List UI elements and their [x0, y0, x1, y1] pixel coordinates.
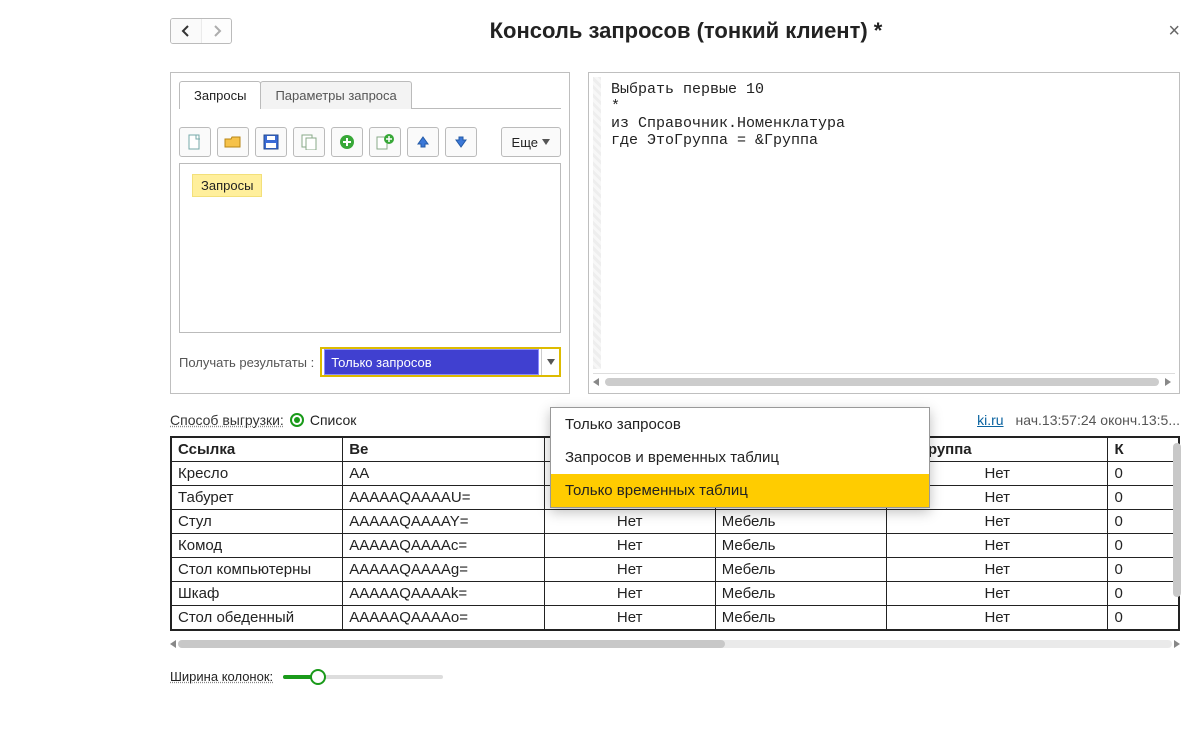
table-cell: Нет — [886, 510, 1108, 534]
table-v-scroll[interactable] — [1173, 437, 1185, 630]
table-row[interactable]: КомодAAAAAQAAAAc=НетМебельНет0 — [172, 534, 1179, 558]
table-cell: Мебель — [715, 558, 886, 582]
table-cell: AAAAAQAAAAY= — [343, 510, 544, 534]
table-cell: Нет — [544, 582, 715, 606]
move-up-icon[interactable] — [407, 127, 439, 157]
table-cell: Нет — [886, 558, 1108, 582]
table-cell: Табурет — [172, 486, 343, 510]
table-cell: Шкаф — [172, 582, 343, 606]
query-text[interactable]: Выбрать первые 10 * из Справочник.Номенк… — [593, 77, 1175, 373]
tab-params[interactable]: Параметры запроса — [260, 81, 411, 109]
source-link[interactable]: ki.ru — [977, 412, 1003, 428]
close-button[interactable]: × — [1168, 20, 1180, 43]
query-panel: Запросы Параметры запроса — [170, 72, 570, 394]
window-title: Консоль запросов (тонкий клиент) * — [232, 18, 1140, 44]
results-dropdown-button[interactable] — [541, 349, 559, 375]
table-cell: Нет — [886, 606, 1108, 630]
results-select[interactable]: Только запросов — [320, 347, 561, 377]
table-cell: 0 — [1108, 558, 1179, 582]
slider-handle[interactable] — [310, 669, 326, 685]
table-row[interactable]: ШкафAAAAAQAAAAk=НетМебельНет0 — [172, 582, 1179, 606]
nav-back-button[interactable] — [171, 19, 201, 43]
table-cell: Нет — [886, 534, 1108, 558]
table-cell: Стол компьютерны — [172, 558, 343, 582]
table-cell: Нет — [544, 606, 715, 630]
table-cell: Стул — [172, 510, 343, 534]
table-cell: Мебель — [715, 510, 886, 534]
dropdown-opt-0[interactable]: Только запросов — [551, 408, 929, 441]
code-h-scroll[interactable] — [593, 373, 1175, 389]
move-down-icon[interactable] — [445, 127, 477, 157]
table-cell: Нет — [544, 534, 715, 558]
table-row[interactable]: СтулAAAAAQAAAAY=НетМебельНет0 — [172, 510, 1179, 534]
add-sub-icon[interactable] — [369, 127, 401, 157]
table-cell: 0 — [1108, 606, 1179, 630]
results-select-value: Только запросов — [324, 349, 539, 375]
table-cell: Комод — [172, 534, 343, 558]
table-cell: AAAAAQAAAAg= — [343, 558, 544, 582]
timestamps: нач.13:57:24 оконч.13:5... — [1016, 412, 1180, 428]
dropdown-opt-1[interactable]: Запросов и временных таблиц — [551, 441, 929, 474]
copy-icon[interactable] — [293, 127, 325, 157]
table-cell: 0 — [1108, 582, 1179, 606]
table-cell: AAAAAQAAAAo= — [343, 606, 544, 630]
table-cell: Стол обеденный — [172, 606, 343, 630]
results-label: Получать результаты : — [179, 355, 314, 370]
table-cell: AAAAAQAAAAU= — [343, 486, 544, 510]
open-icon[interactable] — [217, 127, 249, 157]
more-label: Еще — [512, 135, 538, 150]
table-cell: 0 — [1108, 510, 1179, 534]
results-dropdown-list: Только запросов Запросов и временных таб… — [550, 407, 930, 508]
export-label: Способ выгрузки: — [170, 412, 284, 428]
table-cell: Мебель — [715, 582, 886, 606]
col-width-label: Ширина колонок: — [170, 669, 273, 684]
table-cell: Мебель — [715, 534, 886, 558]
table-row[interactable]: Стол компьютерныAAAAAQAAAAg=НетМебельНет… — [172, 558, 1179, 582]
table-cell: AAAAAQAAAAc= — [343, 534, 544, 558]
table-cell: АА — [343, 462, 544, 486]
table-header[interactable]: Ссылка — [172, 438, 343, 462]
query-tree[interactable]: Запросы — [179, 163, 561, 333]
save-icon[interactable] — [255, 127, 287, 157]
table-cell: Кресло — [172, 462, 343, 486]
table-cell: Нет — [544, 558, 715, 582]
table-cell: 0 — [1108, 486, 1179, 510]
table-cell: Нет — [886, 582, 1108, 606]
new-icon[interactable] — [179, 127, 211, 157]
table-header[interactable]: К — [1108, 438, 1179, 462]
col-width-slider[interactable] — [283, 675, 443, 679]
more-button[interactable]: Еще — [501, 127, 561, 157]
export-list-radio[interactable] — [290, 413, 304, 427]
table-header[interactable]: Ве — [343, 438, 544, 462]
code-panel: Выбрать первые 10 * из Справочник.Номенк… — [588, 72, 1180, 394]
table-cell: Мебель — [715, 606, 886, 630]
table-cell: AAAAAQAAAAk= — [343, 582, 544, 606]
tree-root-item[interactable]: Запросы — [192, 174, 262, 197]
table-row[interactable]: Стол обеденныйAAAAAQAAAAo=НетМебельНет0 — [172, 606, 1179, 630]
add-icon[interactable] — [331, 127, 363, 157]
nav-history — [170, 18, 232, 44]
table-h-scroll[interactable] — [170, 637, 1180, 651]
dropdown-opt-2[interactable]: Только временных таблиц — [551, 474, 929, 507]
tab-queries[interactable]: Запросы — [179, 81, 261, 109]
export-list-label: Список — [310, 412, 357, 428]
table-cell: 0 — [1108, 534, 1179, 558]
table-cell: 0 — [1108, 462, 1179, 486]
nav-forward-button[interactable] — [201, 19, 231, 43]
table-cell: Нет — [544, 510, 715, 534]
